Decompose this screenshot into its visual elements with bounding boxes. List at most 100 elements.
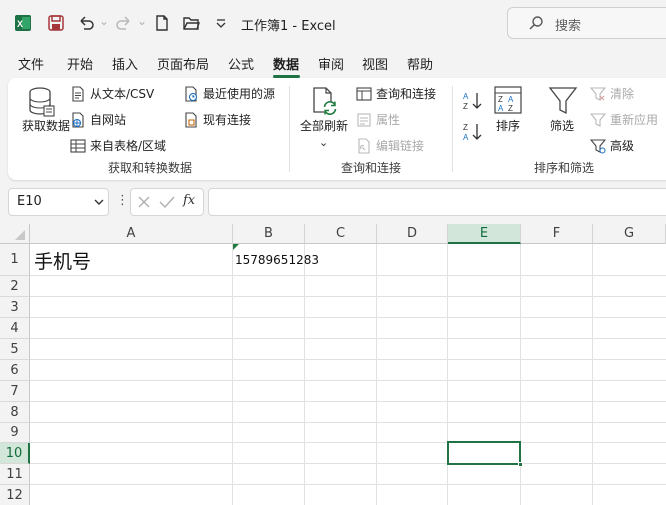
refresh-all-button[interactable]: 全部刷新: [296, 119, 352, 134]
recent-sources-button[interactable]: 最近使用的源: [183, 85, 275, 102]
edit-links-button[interactable]: 编辑链接: [356, 137, 424, 154]
excel-logo-icon: X: [13, 13, 33, 33]
search-box[interactable]: 搜索: [507, 7, 666, 39]
column-header-e[interactable]: E: [448, 224, 521, 244]
ribbon-divider: [289, 86, 290, 172]
gridline: [592, 244, 593, 505]
tab-formulas[interactable]: 公式: [228, 54, 254, 73]
selected-cell-e10[interactable]: [447, 441, 521, 465]
row-header-4[interactable]: 4: [0, 318, 30, 339]
number-as-text-indicator: [233, 244, 239, 250]
get-data-button[interactable]: 获取数据: [22, 119, 71, 134]
gridline: [304, 244, 305, 505]
sort-dialog-icon: ZAAZ: [494, 86, 522, 117]
document-title: 工作簿1 - Excel: [241, 19, 336, 34]
svg-text:A: A: [463, 92, 469, 101]
chevron-down-icon[interactable]: [93, 196, 105, 211]
reapply-filter-label: 重新应用: [610, 113, 659, 127]
fill-handle[interactable]: [518, 462, 523, 467]
svg-text:Z: Z: [463, 123, 468, 132]
column-header-a[interactable]: A: [30, 224, 233, 244]
enter-check-icon[interactable]: [159, 195, 175, 212]
customize-qat-icon[interactable]: [211, 13, 231, 33]
reapply-filter-button[interactable]: 重新应用: [589, 111, 659, 128]
advanced-filter-label: 高级: [610, 139, 635, 153]
gridline: [232, 244, 233, 505]
database-icon: [28, 86, 56, 121]
existing-connections-button[interactable]: 现有连接: [183, 111, 251, 128]
gridline: [30, 442, 666, 443]
cell-b1[interactable]: 15789651283: [235, 253, 319, 267]
row-header-7[interactable]: 7: [0, 381, 30, 402]
from-web-button[interactable]: 自网站: [70, 111, 126, 128]
ribbon-divider: [452, 86, 453, 172]
properties-button[interactable]: 属性: [356, 111, 400, 128]
row-header-3[interactable]: 3: [0, 297, 30, 318]
title-bar: X ⌄ ⌄ 工作簿1 - Excel 搜索: [0, 0, 666, 46]
column-header-d[interactable]: D: [377, 224, 448, 244]
tab-view[interactable]: 视图: [362, 54, 388, 73]
row-header-12[interactable]: 12: [0, 485, 30, 505]
gridline: [30, 380, 666, 381]
row-header-10[interactable]: 10: [0, 443, 30, 464]
formula-bar-options-icon[interactable]: ⋮: [116, 193, 129, 208]
row-header-1[interactable]: 1: [0, 244, 30, 276]
new-file-icon[interactable]: [152, 13, 172, 33]
svg-text:A: A: [508, 95, 514, 104]
sort-descending-icon[interactable]: ZA: [462, 121, 484, 146]
refresh-dropdown-icon[interactable]: ⌄: [319, 136, 328, 149]
undo-icon[interactable]: [76, 13, 96, 33]
from-text-csv-button[interactable]: 从文本/CSV: [70, 85, 154, 102]
get-transform-group-label: 获取和转换数据: [108, 161, 193, 175]
sort-ascending-icon[interactable]: AZ: [462, 90, 484, 115]
undo-dropdown-icon[interactable]: ⌄: [99, 14, 109, 28]
column-header-g[interactable]: G: [593, 224, 666, 244]
redo-icon[interactable]: [114, 13, 134, 33]
queries-connections-label: 查询和连接: [376, 87, 437, 101]
tab-help[interactable]: 帮助: [407, 54, 433, 73]
open-folder-icon[interactable]: [181, 13, 201, 33]
filter-button[interactable]: 筛选: [546, 119, 578, 134]
tab-home[interactable]: 开始: [67, 54, 93, 73]
insert-function-button[interactable]: fx: [183, 193, 195, 208]
svg-text:X: X: [17, 19, 23, 29]
name-box[interactable]: E10: [8, 188, 109, 216]
from-table-range-button[interactable]: 来自表格/区域: [70, 137, 166, 154]
formula-input[interactable]: [208, 188, 666, 216]
advanced-filter-button[interactable]: 高级: [589, 137, 635, 154]
save-icon[interactable]: [46, 13, 66, 33]
gridline: [447, 244, 448, 505]
table-icon: [70, 138, 86, 154]
gridline: [30, 422, 666, 423]
row-header-6[interactable]: 6: [0, 360, 30, 381]
gridline: [30, 275, 666, 276]
tab-file[interactable]: 文件: [18, 54, 44, 73]
sort-button[interactable]: 排序: [494, 119, 522, 134]
row-header-5[interactable]: 5: [0, 339, 30, 360]
tab-insert[interactable]: 插入: [112, 54, 138, 73]
select-all-corner[interactable]: [0, 224, 30, 244]
row-header-2[interactable]: 2: [0, 276, 30, 297]
cancel-icon[interactable]: [137, 195, 151, 212]
row-header-11[interactable]: 11: [0, 464, 30, 485]
svg-text:A: A: [463, 133, 469, 142]
redo-dropdown-icon[interactable]: ⌄: [137, 14, 147, 28]
column-header-f[interactable]: F: [521, 224, 593, 244]
column-header-c[interactable]: C: [305, 224, 377, 244]
row-header-8[interactable]: 8: [0, 402, 30, 423]
column-header-b[interactable]: B: [233, 224, 305, 244]
queries-connections-button[interactable]: 查询和连接: [356, 85, 436, 102]
worksheet-grid[interactable]: A B C D E F G 1 2 3 4 5 6 7 8 9 10 11 12…: [0, 224, 666, 505]
svg-text:A: A: [498, 104, 504, 113]
tab-page-layout[interactable]: 页面布局: [157, 54, 209, 73]
row-header-9[interactable]: 9: [0, 423, 30, 443]
get-data-label: 获取数据: [22, 119, 71, 133]
existing-connections-label: 现有连接: [203, 113, 252, 127]
tab-review[interactable]: 审阅: [318, 54, 344, 73]
tab-data[interactable]: 数据: [273, 54, 299, 73]
gridline: [30, 463, 666, 464]
cell-a1[interactable]: 手机号: [34, 247, 91, 274]
clear-filter-icon: [589, 86, 607, 102]
clear-filter-button[interactable]: 清除: [589, 85, 634, 102]
existing-connections-icon: [183, 111, 199, 128]
